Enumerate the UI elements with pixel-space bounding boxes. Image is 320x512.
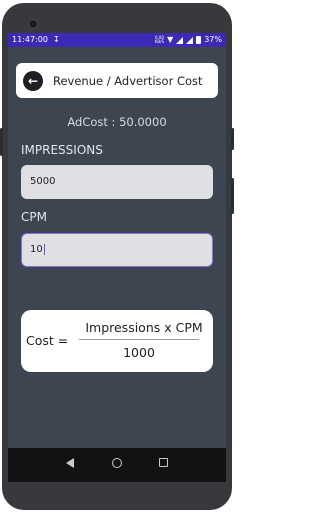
network-speed-unit: KB/S: [154, 39, 165, 44]
formula-numerator: Impressions x CPM: [85, 320, 203, 335]
page-title: Revenue / Advertisor Cost: [53, 73, 203, 88]
cpm-label: CPM: [21, 210, 47, 224]
impressions-value: 5000: [30, 176, 56, 187]
formula-denominator: 1000: [123, 345, 155, 360]
system-nav-bar: [8, 448, 226, 482]
nav-recents-icon[interactable]: [159, 458, 168, 467]
battery-percent: 37%: [204, 35, 222, 44]
wifi-icon: ▼: [167, 35, 174, 44]
usb-icon: ↧: [53, 35, 60, 44]
text-caret: [43, 243, 45, 255]
network-speed: 0.00 KB/S: [155, 36, 164, 44]
app-screen: 11:47:00 ↧ 0.00 KB/S ▼ 37% ← Revenue / A…: [8, 33, 226, 448]
signal-icon-2: [186, 36, 194, 44]
adcost-result: AdCost : 50.0000: [67, 115, 167, 129]
side-button: [231, 178, 234, 214]
volume-button: [0, 128, 3, 156]
status-bar: 11:47:00 ↧ 0.00 KB/S ▼ 37%: [8, 33, 226, 47]
status-indicators: 0.00 KB/S ▼ 37%: [155, 33, 222, 47]
impressions-input[interactable]: 5000: [21, 165, 213, 199]
cpm-input[interactable]: 10: [21, 233, 213, 267]
nav-home-icon[interactable]: [112, 458, 122, 468]
arrow-left-icon: ←: [27, 73, 39, 88]
power-button: [231, 128, 234, 150]
cost-formula-card: Cost = Impressions x CPM 1000: [21, 310, 213, 372]
impressions-label: IMPRESSIONS: [21, 143, 103, 157]
camera-icon: [28, 19, 38, 29]
signal-icon: [176, 36, 184, 44]
fraction-bar: [79, 339, 199, 340]
status-time: 11:47:00: [12, 35, 48, 44]
nav-back-icon[interactable]: [66, 458, 74, 468]
app-bar: ← Revenue / Advertisor Cost: [16, 63, 218, 98]
formula-lhs: Cost =: [26, 333, 69, 348]
back-button[interactable]: ←: [23, 70, 43, 91]
cpm-value: 10: [30, 244, 43, 255]
battery-icon: [196, 36, 202, 44]
